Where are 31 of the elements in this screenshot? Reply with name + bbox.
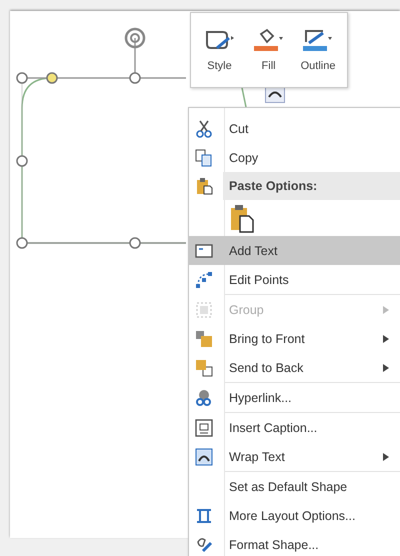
layout-icon [195, 506, 213, 524]
clipboard-icon [195, 177, 213, 195]
menu-item[interactable]: Send to Back [189, 353, 400, 382]
text-box-icon [195, 242, 213, 260]
menu-item[interactable]: More Layout Options... [189, 501, 400, 530]
menu-section-label: Paste Options: [229, 179, 318, 193]
menu-item[interactable]: Copy [189, 143, 400, 172]
copy-icon [195, 148, 213, 166]
send-back-icon [195, 358, 213, 376]
bring-front-icon [195, 330, 213, 348]
menu-item[interactable]: Format Shape... [189, 530, 400, 556]
format-shape-icon [195, 536, 213, 554]
menu-item[interactable]: Hyperlink... [189, 383, 400, 412]
menu-item[interactable]: Cut [189, 114, 400, 143]
style-button[interactable]: Style [200, 26, 239, 74]
menu-item[interactable]: Wrap Text [189, 442, 400, 471]
fill-button[interactable]: Fill [250, 26, 288, 74]
outline-button[interactable]: Outline [298, 26, 338, 74]
edit-points-icon [195, 270, 213, 288]
wrap-text-icon [195, 448, 213, 466]
menu-item[interactable]: Insert Caption... [189, 413, 400, 442]
scissors-icon [195, 120, 213, 138]
menu-item[interactable]: Bring to Front [189, 324, 400, 353]
group-icon [195, 300, 213, 318]
menu-item[interactable]: Edit Points [189, 265, 400, 294]
menu-item[interactable]: Add Text [189, 236, 400, 265]
menu-item[interactable]: Set as Default Shape [189, 472, 400, 501]
caption-icon [195, 418, 213, 436]
fill-icon [252, 28, 286, 54]
hyperlink-icon [195, 388, 213, 406]
paste-keep-formatting-icon[interactable] [229, 203, 255, 233]
